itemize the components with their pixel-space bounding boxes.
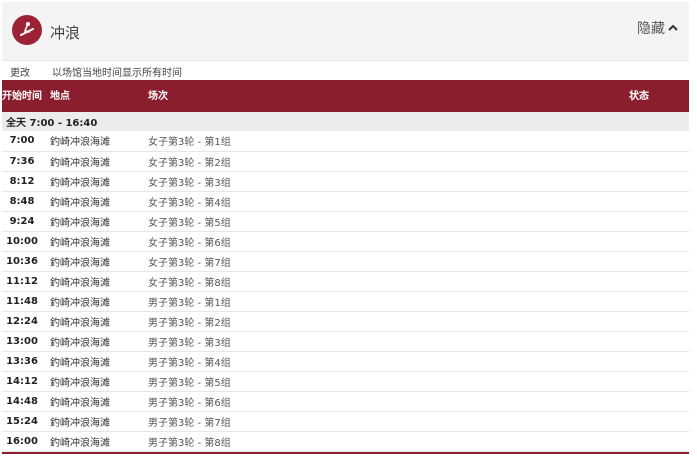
row-event: 女子第3轮 - 第2组 bbox=[148, 157, 231, 169]
table-row: 7:36 釣崎冲浪海滩 女子第3轮 - 第2组 bbox=[2, 151, 689, 171]
row-venue: 釣崎冲浪海滩 bbox=[50, 357, 110, 369]
row-time: 9:24 bbox=[9, 215, 35, 227]
row-venue: 釣崎冲浪海滩 bbox=[50, 277, 110, 289]
row-status bbox=[629, 411, 689, 431]
sport-header: 冲浪 隐藏 bbox=[2, 2, 689, 61]
row-event: 男子第3轮 - 第8组 bbox=[148, 437, 231, 449]
row-status bbox=[629, 431, 689, 451]
row-venue: 釣崎冲浪海滩 bbox=[50, 257, 110, 269]
row-event: 男子第3轮 - 第1组 bbox=[148, 297, 231, 309]
table-row: 14:48 釣崎冲浪海滩 男子第3轮 - 第6组 bbox=[2, 391, 689, 411]
chevron-up-icon bbox=[668, 24, 678, 31]
row-status bbox=[629, 371, 689, 391]
row-status bbox=[629, 151, 689, 171]
row-event: 男子第3轮 - 第7组 bbox=[148, 417, 231, 429]
table-row: 10:36 釣崎冲浪海滩 女子第3轮 - 第7组 bbox=[2, 251, 689, 271]
row-venue: 釣崎冲浪海滩 bbox=[50, 317, 110, 329]
row-event: 女子第3轮 - 第4组 bbox=[148, 197, 231, 209]
row-venue: 釣崎冲浪海滩 bbox=[50, 397, 110, 409]
table-row: 11:48 釣崎冲浪海滩 男子第3轮 - 第1组 bbox=[2, 291, 689, 311]
row-venue: 釣崎冲浪海滩 bbox=[50, 237, 110, 249]
row-event: 男子第3轮 - 第2组 bbox=[148, 317, 231, 329]
table-row: 8:12 釣崎冲浪海滩 女子第3轮 - 第3组 bbox=[2, 171, 689, 191]
row-event: 男子第3轮 - 第3组 bbox=[148, 337, 231, 349]
header-event: 场次 bbox=[148, 90, 168, 102]
row-venue: 釣崎冲浪海滩 bbox=[50, 157, 110, 169]
schedule-table: 开始时间 地点 场次 状态 全天 7:00 - 16:40 7:00 釣崎冲浪海滩… bbox=[2, 80, 689, 452]
row-venue: 釣崎冲浪海滩 bbox=[50, 137, 110, 149]
row-time: 10:00 bbox=[6, 235, 38, 247]
row-status bbox=[629, 231, 689, 251]
timezone-note: 以场馆当地时间显示所有时间 bbox=[52, 68, 182, 79]
row-venue: 釣崎冲浪海滩 bbox=[50, 297, 110, 309]
header-start-time: 开始时间 bbox=[2, 90, 42, 102]
table-row: 15:24 釣崎冲浪海滩 男子第3轮 - 第7组 bbox=[2, 411, 689, 431]
table-row: 7:00 釣崎冲浪海滩 女子第3轮 - 第1组 bbox=[2, 131, 689, 151]
row-time: 13:00 bbox=[6, 335, 38, 347]
row-time: 16:00 bbox=[6, 435, 38, 447]
row-event: 女子第3轮 - 第6组 bbox=[148, 237, 231, 249]
row-event: 男子第3轮 - 第4组 bbox=[148, 357, 231, 369]
row-event: 女子第3轮 - 第5组 bbox=[148, 217, 231, 229]
row-time: 11:12 bbox=[6, 275, 38, 287]
row-time: 7:00 bbox=[9, 135, 35, 147]
row-time: 8:12 bbox=[9, 175, 35, 187]
row-event: 女子第3轮 - 第3组 bbox=[148, 177, 231, 189]
row-status bbox=[629, 251, 689, 271]
surfing-icon bbox=[12, 15, 42, 45]
row-status bbox=[629, 351, 689, 371]
row-event: 女子第3轮 - 第7组 bbox=[148, 257, 231, 269]
row-status bbox=[629, 291, 689, 311]
row-venue: 釣崎冲浪海滩 bbox=[50, 437, 110, 449]
row-time: 14:12 bbox=[6, 375, 38, 387]
table-bottom-border bbox=[2, 452, 689, 454]
table-row: 10:00 釣崎冲浪海滩 女子第3轮 - 第6组 bbox=[2, 231, 689, 251]
row-venue: 釣崎冲浪海滩 bbox=[50, 177, 110, 189]
row-venue: 釣崎冲浪海滩 bbox=[50, 197, 110, 209]
row-time: 7:36 bbox=[9, 155, 35, 167]
row-time: 8:48 bbox=[9, 195, 35, 207]
row-status bbox=[629, 171, 689, 191]
row-venue: 釣崎冲浪海滩 bbox=[50, 337, 110, 349]
row-event: 女子第3轮 - 第1组 bbox=[148, 137, 231, 149]
table-row: 11:12 釣崎冲浪海滩 女子第3轮 - 第8组 bbox=[2, 271, 689, 291]
row-status bbox=[629, 191, 689, 211]
row-status bbox=[629, 211, 689, 231]
row-status bbox=[629, 311, 689, 331]
allday-row: 全天 7:00 - 16:40 bbox=[2, 112, 689, 131]
row-venue: 釣崎冲浪海滩 bbox=[50, 217, 110, 229]
table-row: 14:12 釣崎冲浪海滩 男子第3轮 - 第5组 bbox=[2, 371, 689, 391]
timezone-bar: 更改 以场馆当地时间显示所有时间 bbox=[10, 64, 182, 79]
hide-toggle-button[interactable]: 隐藏 bbox=[637, 18, 679, 38]
row-event: 男子第3轮 - 第5组 bbox=[148, 377, 231, 389]
row-time: 10:36 bbox=[6, 255, 38, 267]
schedule-panel: 冲浪 隐藏 更改 以场馆当地时间显示所有时间 开始时间 地点 场次 状态 全天 … bbox=[0, 0, 697, 458]
table-row: 12:24 釣崎冲浪海滩 男子第3轮 - 第2组 bbox=[2, 311, 689, 331]
hide-label: 隐藏 bbox=[637, 21, 665, 37]
table-row: 13:36 釣崎冲浪海滩 男子第3轮 - 第4组 bbox=[2, 351, 689, 371]
table-row: 8:48 釣崎冲浪海滩 女子第3轮 - 第4组 bbox=[2, 191, 689, 211]
change-timezone-link[interactable]: 更改 bbox=[10, 64, 30, 79]
row-venue: 釣崎冲浪海滩 bbox=[50, 417, 110, 429]
row-event: 男子第3轮 - 第6组 bbox=[148, 397, 231, 409]
row-time: 13:36 bbox=[6, 355, 38, 367]
header-venue: 地点 bbox=[50, 90, 70, 102]
header-status: 状态 bbox=[629, 90, 649, 102]
row-event: 女子第3轮 - 第8组 bbox=[148, 277, 231, 289]
row-status bbox=[629, 271, 689, 291]
sport-title: 冲浪 bbox=[50, 24, 81, 42]
allday-label: 全天 7:00 - 16:40 bbox=[6, 118, 98, 129]
row-status bbox=[629, 331, 689, 351]
row-status bbox=[629, 131, 689, 151]
table-header-row: 开始时间 地点 场次 状态 bbox=[2, 80, 689, 112]
row-time: 15:24 bbox=[6, 415, 38, 427]
row-status bbox=[629, 391, 689, 411]
row-time: 11:48 bbox=[6, 295, 38, 307]
table-row: 9:24 釣崎冲浪海滩 女子第3轮 - 第5组 bbox=[2, 211, 689, 231]
table-row: 13:00 釣崎冲浪海滩 男子第3轮 - 第3组 bbox=[2, 331, 689, 351]
row-venue: 釣崎冲浪海滩 bbox=[50, 377, 110, 389]
row-time: 14:48 bbox=[6, 395, 38, 407]
table-row: 16:00 釣崎冲浪海滩 男子第3轮 - 第8组 bbox=[2, 431, 689, 451]
row-time: 12:24 bbox=[6, 315, 38, 327]
